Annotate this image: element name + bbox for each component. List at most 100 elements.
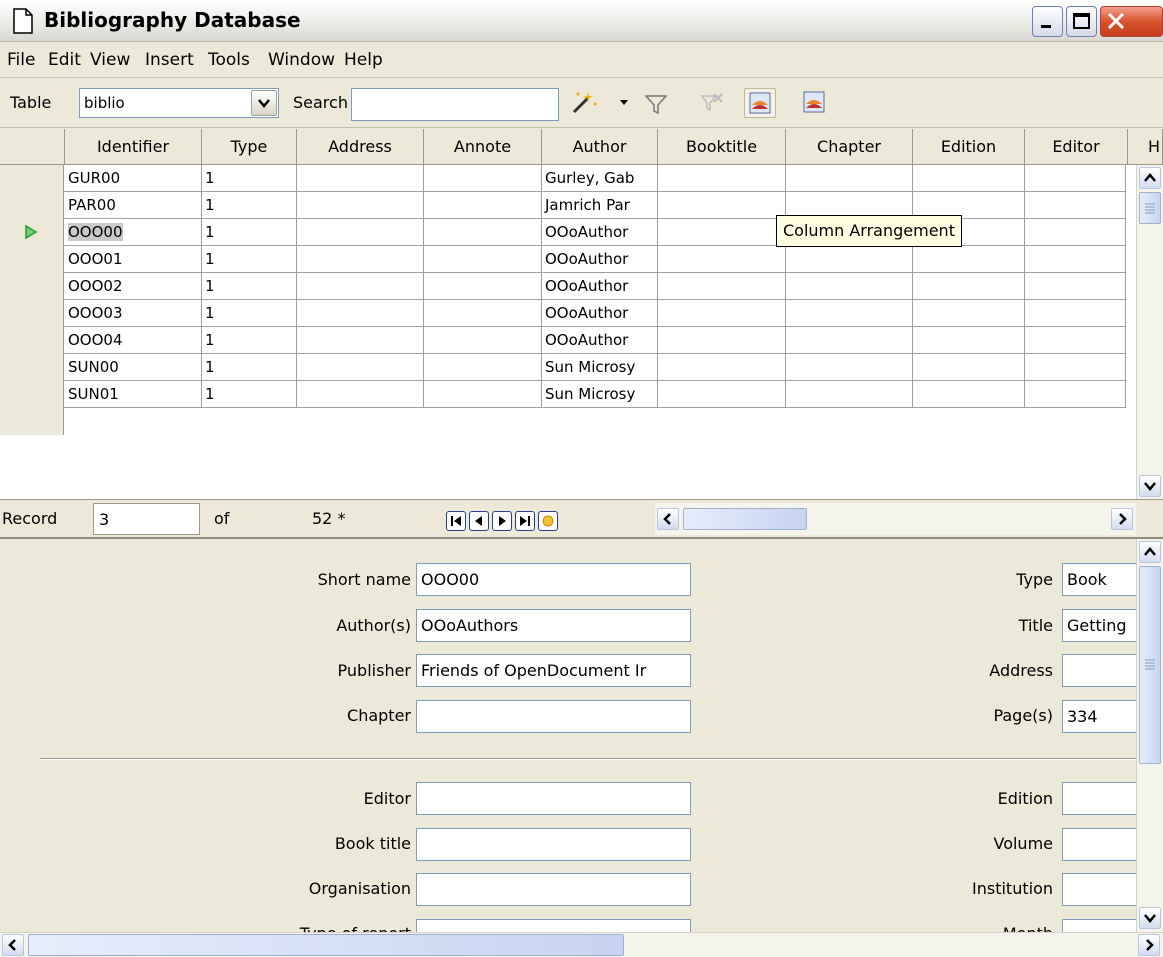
menu-help[interactable]: Help [344,50,383,70]
cell-type[interactable]: 1 [202,165,297,192]
table-select[interactable]: biblio [79,88,279,118]
cell-booktitle[interactable] [658,192,786,219]
cell-edition[interactable] [913,327,1025,354]
cell-edition[interactable] [913,246,1025,273]
cell-booktitle[interactable] [658,246,786,273]
cell-edition[interactable] [913,273,1025,300]
cell-author[interactable]: OOoAuthor [542,273,658,300]
close-button[interactable] [1100,6,1163,37]
cell-chapter[interactable] [786,300,913,327]
cell-address[interactable] [297,381,424,408]
row-header[interactable] [0,192,64,219]
scroll-thumb[interactable] [683,508,807,530]
chapter-field[interactable] [416,700,691,733]
cell-author[interactable]: Sun Microsy [542,381,658,408]
cell-booktitle[interactable] [658,300,786,327]
cell-edition[interactable] [913,165,1025,192]
cell-identifier[interactable]: OOO03 [65,300,202,327]
cell-annote[interactable] [424,354,542,381]
table-row[interactable]: SUN01 1 Sun Microsy [0,381,1126,408]
scroll-thumb[interactable] [28,934,624,956]
grid-vertical-scrollbar[interactable] [1136,165,1163,499]
cell-chapter[interactable] [786,273,913,300]
cell-type[interactable]: 1 [202,327,297,354]
cell-edition[interactable] [913,300,1025,327]
table-row[interactable]: SUN00 1 Sun Microsy [0,354,1126,381]
cell-type[interactable]: 1 [202,381,297,408]
cell-identifier[interactable]: OOO01 [65,246,202,273]
cell-address[interactable] [297,192,424,219]
cell-chapter[interactable] [786,165,913,192]
cell-annote[interactable] [424,192,542,219]
cell-address[interactable] [297,219,424,246]
table-row[interactable]: OOO03 1 OOoAuthor [0,300,1126,327]
cell-editor[interactable] [1025,165,1126,192]
cell-type[interactable]: 1 [202,354,297,381]
cell-type[interactable]: 1 [202,246,297,273]
cell-type[interactable]: 1 [202,300,297,327]
row-header[interactable] [0,327,64,354]
data-source-button[interactable] [800,88,832,118]
row-header[interactable] [0,165,64,192]
cell-chapter[interactable] [786,381,913,408]
cell-annote[interactable] [424,246,542,273]
scroll-right-button[interactable] [1138,934,1160,956]
cell-identifier[interactable]: GUR00 [65,165,202,192]
organisation-field[interactable] [416,873,691,906]
cell-edition[interactable] [913,354,1025,381]
column-header-annote[interactable]: Annote [424,129,542,165]
column-header-howpublished[interactable]: H [1128,129,1163,165]
form-vertical-scrollbar[interactable] [1136,539,1163,932]
scroll-thumb[interactable] [1139,192,1161,224]
editor-field[interactable] [416,782,691,815]
cell-identifier[interactable]: SUN01 [65,381,202,408]
book-title-field[interactable] [416,828,691,861]
cell-editor[interactable] [1025,192,1126,219]
cell-address[interactable] [297,273,424,300]
search-input[interactable] [351,88,559,121]
authors-field[interactable]: OOoAuthors [416,609,691,642]
remove-filter-button[interactable] [696,88,728,118]
dropdown-button[interactable] [251,90,277,116]
cell-address[interactable] [297,327,424,354]
row-header[interactable] [0,381,64,408]
cell-identifier[interactable]: PAR00 [65,192,202,219]
scroll-up-button[interactable] [1139,167,1161,189]
column-header-chapter[interactable]: Chapter [786,129,913,165]
row-header[interactable] [0,354,64,381]
column-header-editor[interactable]: Editor [1025,129,1128,165]
row-header[interactable] [0,246,64,273]
row-header[interactable] [0,273,64,300]
next-record-button[interactable] [492,511,512,531]
column-header-author[interactable]: Author [542,129,658,165]
form-horizontal-scrollbar[interactable] [0,932,1163,957]
last-record-button[interactable] [515,511,535,531]
cell-editor[interactable] [1025,327,1126,354]
scroll-left-button[interactable] [2,934,24,956]
cell-annote[interactable] [424,219,542,246]
menu-tools[interactable]: Tools [208,50,250,70]
menu-file[interactable]: File [7,50,35,70]
cell-identifier[interactable]: OOO00 [65,219,202,246]
new-record-button[interactable] [538,511,558,531]
cell-identifier[interactable]: SUN00 [65,354,202,381]
cell-editor[interactable] [1025,300,1126,327]
scroll-up-button[interactable] [1139,541,1161,563]
menu-view[interactable]: View [90,50,130,70]
cell-address[interactable] [297,354,424,381]
publisher-field[interactable]: Friends of OpenDocument Ir [416,654,691,687]
cell-chapter[interactable] [786,354,913,381]
column-header-type[interactable]: Type [202,129,297,165]
table-row[interactable]: OOO01 1 OOoAuthor [0,246,1126,273]
cell-booktitle[interactable] [658,219,786,246]
cell-editor[interactable] [1025,381,1126,408]
cell-identifier[interactable]: OOO02 [65,273,202,300]
table-row-empty[interactable] [0,408,1126,435]
cell-annote[interactable] [424,273,542,300]
grid-horizontal-scrollbar[interactable] [655,503,1136,535]
first-record-button[interactable] [446,511,466,531]
cell-author[interactable]: Sun Microsy [542,354,658,381]
cell-editor[interactable] [1025,246,1126,273]
cell-booktitle[interactable] [658,381,786,408]
cell-chapter[interactable] [786,246,913,273]
